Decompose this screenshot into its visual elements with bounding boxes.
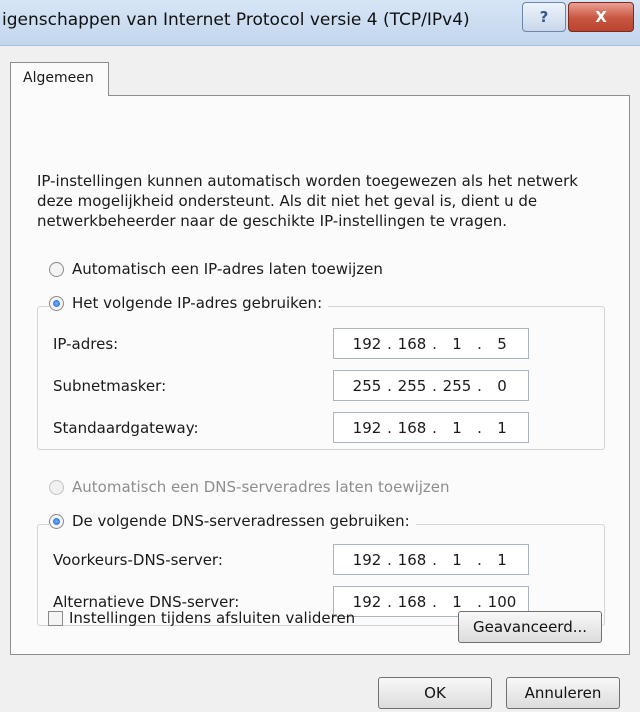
close-button[interactable]: X bbox=[568, 2, 634, 32]
window-title: igenschappen van Internet Protocol versi… bbox=[2, 10, 470, 30]
advanced-button[interactable]: Geavanceerd... bbox=[458, 611, 602, 643]
preferred-dns-input[interactable]: 192. 168. 1. 1 bbox=[333, 544, 529, 575]
checkbox-unchecked-icon bbox=[48, 610, 63, 626]
ok-button[interactable]: OK bbox=[378, 677, 492, 709]
ip-address-label: IP-adres: bbox=[53, 335, 119, 353]
radio-unchecked-icon bbox=[49, 261, 64, 277]
radio-manual-dns[interactable]: De volgende DNS-serveradressen gebruiken… bbox=[49, 512, 416, 530]
radio-manual-ip-label: Het volgende IP-adres gebruiken: bbox=[72, 294, 323, 312]
radio-checked-icon bbox=[49, 513, 64, 529]
subnet-mask-label: Subnetmasker: bbox=[53, 377, 167, 395]
tab-panel-algemeen: IP-instellingen kunnen automatisch worde… bbox=[10, 95, 630, 655]
radio-checked-icon bbox=[49, 295, 64, 311]
radio-manual-dns-label: De volgende DNS-serveradressen gebruiken… bbox=[72, 512, 410, 530]
radio-auto-ip-label: Automatisch een IP-adres laten toewijzen bbox=[72, 260, 383, 278]
validate-settings-label: Instellingen tijdens afsluiten valideren bbox=[69, 609, 356, 627]
cancel-button[interactable]: Annuleren bbox=[506, 677, 620, 709]
preferred-dns-label: Voorkeurs-DNS-server: bbox=[53, 551, 223, 569]
help-icon: ? bbox=[539, 8, 549, 26]
default-gateway-label: Standaardgateway: bbox=[53, 419, 199, 437]
tab-algemeen[interactable]: Algemeen bbox=[10, 62, 109, 96]
subnet-mask-input[interactable]: 255. 255. 255. 0 bbox=[333, 370, 529, 401]
radio-manual-ip[interactable]: Het volgende IP-adres gebruiken: bbox=[49, 294, 329, 312]
close-icon: X bbox=[595, 8, 607, 26]
validate-settings-checkbox[interactable]: Instellingen tijdens afsluiten valideren bbox=[48, 609, 355, 627]
help-button[interactable]: ? bbox=[522, 2, 566, 32]
ip-address-input[interactable]: 192. 168. 1. 5 bbox=[333, 328, 529, 359]
radio-disabled-icon bbox=[49, 479, 64, 495]
radio-auto-dns[interactable]: Automatisch een DNS-serveradres laten to… bbox=[49, 478, 450, 496]
radio-auto-ip[interactable]: Automatisch een IP-adres laten toewijzen bbox=[49, 260, 383, 278]
default-gateway-input[interactable]: 192. 168. 1. 1 bbox=[333, 412, 529, 443]
title-bar[interactable]: igenschappen van Internet Protocol versi… bbox=[0, 0, 640, 46]
radio-auto-dns-label: Automatisch een DNS-serveradres laten to… bbox=[72, 478, 450, 496]
intro-text: IP-instellingen kunnen automatisch worde… bbox=[37, 172, 578, 230]
